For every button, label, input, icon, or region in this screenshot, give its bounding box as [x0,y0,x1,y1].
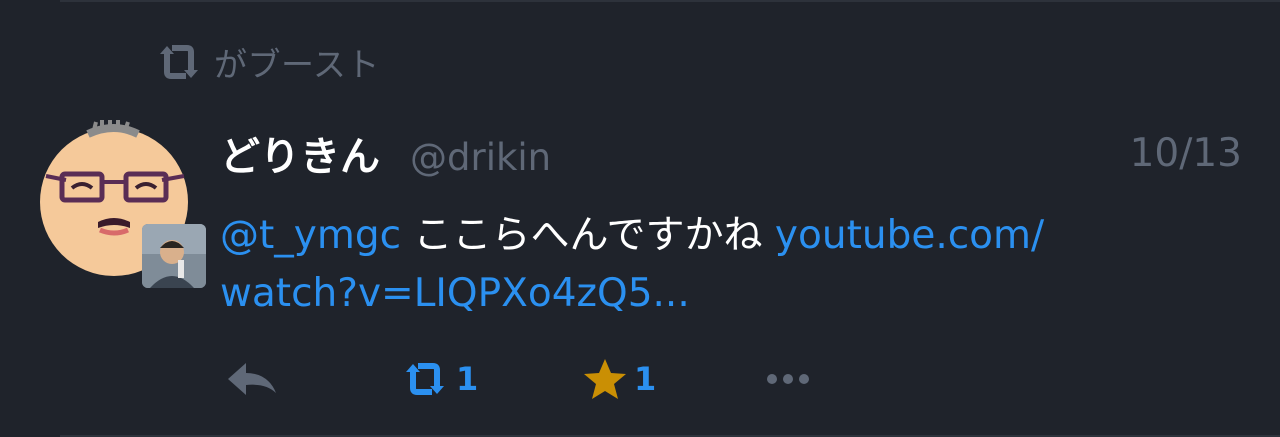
display-name[interactable]: どりきん [220,124,380,182]
reply-icon [228,363,276,395]
status-header: どりきん @drikin [220,124,551,188]
timestamp[interactable]: 10/13 [1130,131,1242,176]
retweet-icon [160,45,198,79]
reblog-button[interactable]: 1 [400,354,478,404]
retweet-icon [406,363,444,395]
reblog-count: 1 [456,360,479,398]
reply-button[interactable] [226,354,280,404]
more-button[interactable] [764,354,812,404]
youtube-link-part1[interactable]: youtube.com/ [775,213,1044,258]
boost-indicator: がブースト [156,40,380,84]
status-content: @t_ymgc ここらへんですかね youtube.com/watch?v=LI… [220,207,1220,323]
ellipsis-icon [767,374,809,384]
youtube-link-part2[interactable]: watch?v=LIQPXo4zQ5... [220,271,690,316]
favourite-button[interactable]: 1 [582,354,656,404]
person-photo-icon [142,224,206,288]
boost-text: がブースト [214,45,380,84]
star-icon [584,359,626,399]
favourite-count: 1 [634,360,657,398]
account-handle[interactable]: @drikin [410,136,551,179]
top-divider [60,0,1280,2]
mention-link[interactable]: @t_ymgc [220,213,401,258]
action-bar: 1 1 [0,354,1280,404]
status-text: ここらへんですかね [401,213,775,258]
booster-avatar[interactable] [142,224,206,288]
